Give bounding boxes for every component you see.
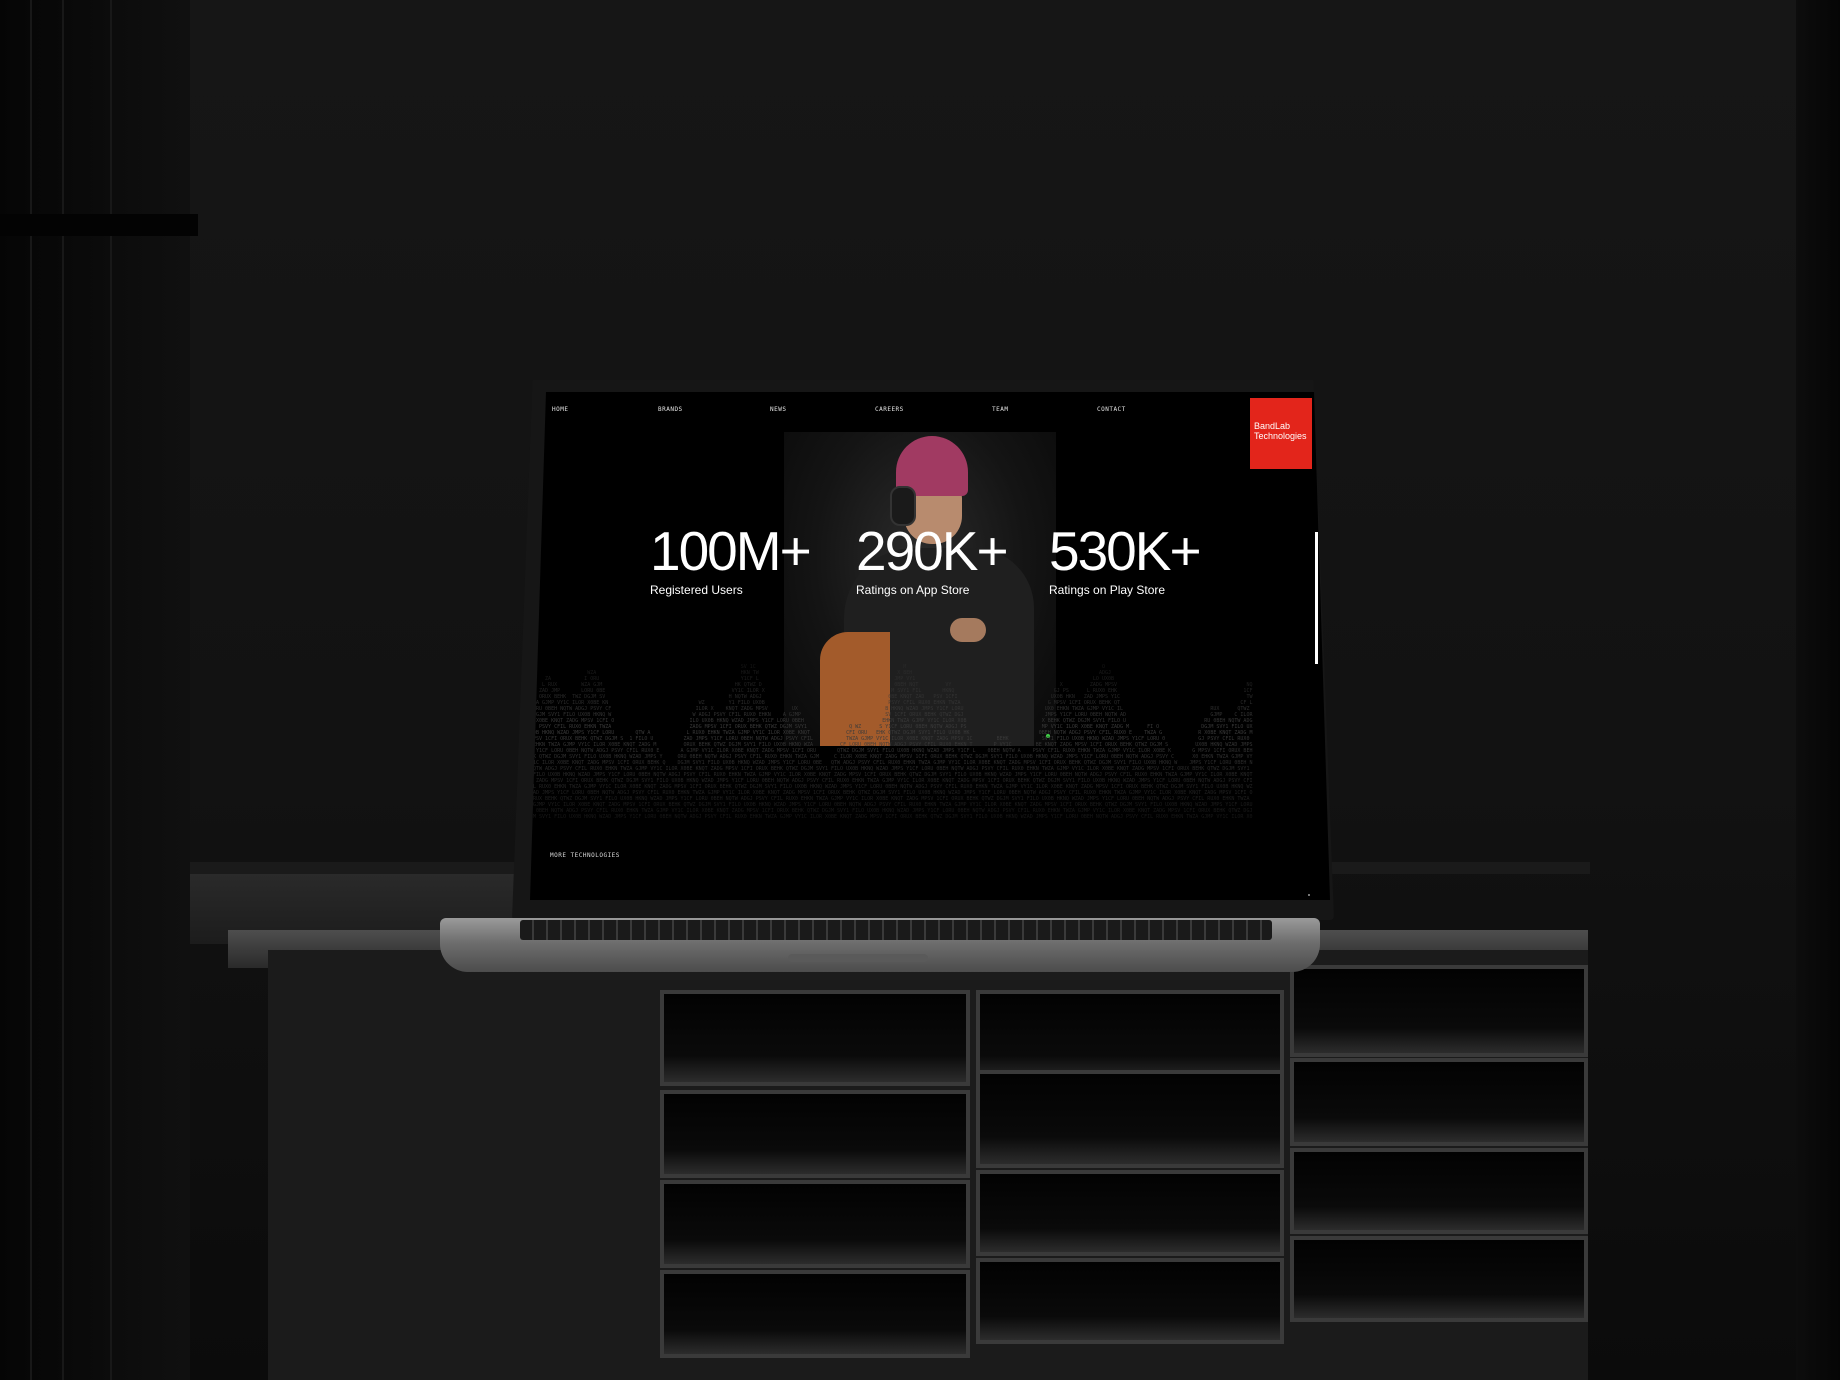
nav-home[interactable]: HOME [552,406,568,413]
photo-hands-phone [950,618,986,642]
cabinet-cubby [976,1258,1284,1344]
stat-label: Registered Users [650,583,743,597]
wall-groove [110,0,112,1380]
left-wall [0,0,190,1380]
stat-label: Ratings on App Store [856,583,970,597]
cabinet-cubby [1290,965,1588,1057]
cabinet-cubby [660,990,970,1086]
wall-groove [30,0,32,1380]
laptop-keyboard [520,920,1272,940]
cabinet-cubby [976,1070,1284,1168]
nav-news[interactable]: NEWS [770,406,786,413]
wall-groove [62,0,64,1380]
matrix-pattern: SV 1C M O WZA HKN TW X BEH ADGJ ZA I ORU… [530,664,1253,820]
corner-dot [1308,894,1310,896]
cabinet-cubby [1290,1236,1588,1322]
laptop-notch [788,954,928,962]
nav-brands[interactable]: BRANDS [658,406,683,413]
logo-line-2: Technologies [1254,431,1307,441]
stat-app-store: 290K+ Ratings on App Store [856,520,1009,598]
scroll-indicator[interactable] [1315,532,1318,664]
cabinet-cubby [660,1090,970,1178]
stat-play-store: 530K+ Ratings on Play Store [1049,520,1202,598]
cabinet-cubby [976,1170,1284,1256]
nav-contact[interactable]: CONTACT [1097,406,1126,413]
bandlab-logo[interactable]: BandLab Technologies [1250,398,1312,469]
logo-line-1: BandLab [1254,421,1291,431]
stat-registered-users: 100M+ Registered Users [650,520,812,598]
top-navigation: HOME BRANDS NEWS CAREERS TEAM CONTACT [552,406,1132,420]
laptop-screen: HOME BRANDS NEWS CAREERS TEAM CONTACT Ba… [530,392,1330,900]
stat-value: 290K+ [856,520,1009,582]
more-technologies-link[interactable]: MORE TECHNOLOGIES [550,852,620,859]
stat-value: 530K+ [1049,520,1202,582]
nav-careers[interactable]: CAREERS [875,406,904,413]
stat-label: Ratings on Play Store [1049,583,1166,597]
stat-value: 100M+ [650,520,812,582]
cabinet-cubby [660,1270,970,1358]
right-wall [1796,0,1840,1380]
nav-team[interactable]: TEAM [992,406,1008,413]
cabinet-cubby [660,1180,970,1268]
wall-shelf [0,214,198,236]
cabinet-cubby [1290,1058,1588,1146]
cabinet-cubby [1290,1148,1588,1234]
